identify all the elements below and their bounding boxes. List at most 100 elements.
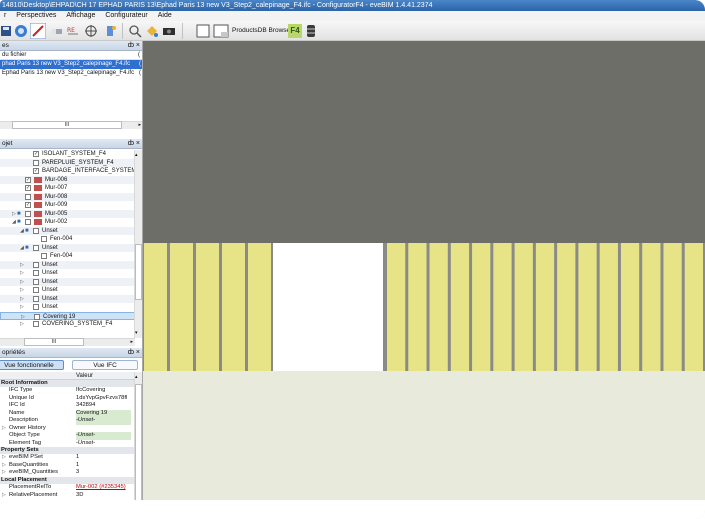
files-hscrollbar[interactable]: III ▸ (0, 121, 142, 129)
visibility-checkbox[interactable]: ✓ (25, 176, 31, 183)
property-row[interactable]: Object Type -Unset- (0, 432, 135, 440)
grid-tool-icon[interactable]: RE (66, 24, 80, 38)
tree-item[interactable]: ▷ Unset (0, 303, 135, 312)
target-icon[interactable] (84, 24, 98, 38)
project-hscrollbar[interactable]: III ▸ (0, 338, 135, 346)
tree-item[interactable]: ◢ ■ Unset (0, 226, 135, 236)
tree-item[interactable]: ▷ Unset (0, 294, 135, 304)
property-row[interactable]: ▷ Owner History (0, 425, 135, 432)
visibility-checkbox[interactable] (33, 295, 39, 302)
tree-item[interactable]: ✓ BARDAGE_INTERFACE_SYSTEM_F (0, 167, 135, 176)
property-link[interactable]: Mur-002 (#235345) (76, 484, 126, 491)
tree-item[interactable]: ▷ Unset (0, 277, 135, 287)
expand-arrow-icon[interactable]: ◢ (20, 227, 24, 236)
menu-affichage[interactable]: Affichage (66, 11, 95, 21)
visibility-checkbox[interactable] (33, 159, 39, 166)
file-row[interactable]: Ephad Paris 13 new V3_Step2_calepinage_F… (0, 69, 142, 78)
visibility-checkbox[interactable] (25, 219, 31, 225)
search-icon[interactable] (128, 24, 142, 38)
tree-item[interactable]: ▷ Unset (0, 269, 135, 278)
menu-configurateur[interactable]: Configurateur (105, 11, 147, 21)
tree-item[interactable]: ◢ ■ Unset (0, 243, 135, 253)
tree-item[interactable]: PAREPLUIE_SYSTEM_F4 (0, 158, 135, 167)
visibility-checkbox[interactable] (33, 227, 39, 234)
globe-icon[interactable] (14, 24, 28, 38)
visibility-checkbox[interactable] (33, 321, 39, 327)
visibility-checkbox[interactable] (41, 236, 47, 242)
vscroll-thumb[interactable] (135, 244, 142, 300)
property-row[interactable]: Name Covering 19 (0, 409, 135, 418)
visibility-checkbox[interactable] (34, 313, 40, 320)
tab-vue-fonctionnelle[interactable]: Vue fonctionnelle (0, 360, 64, 370)
wand-icon[interactable] (104, 24, 118, 38)
tree-item[interactable]: ✓ Mur-007 (0, 184, 135, 193)
tree-item[interactable]: ◢ ■ Mur-002 (0, 218, 135, 227)
menu-perspectives[interactable]: Perspectives (16, 11, 56, 21)
expand-arrow-icon[interactable]: ◢ (12, 218, 16, 227)
expand-arrow-icon[interactable]: ▷ (20, 286, 24, 295)
property-row[interactable]: ▷ BaseQuantities 1 (0, 462, 135, 469)
visibility-checkbox[interactable] (33, 244, 39, 251)
tree-item[interactable]: ✓ Mur-006 (0, 175, 135, 184)
tree-item[interactable]: ✓ ISOLANT_SYSTEM_F4 (0, 150, 135, 159)
hscroll-thumb[interactable]: III (24, 338, 84, 346)
scroll-right-arrow[interactable]: ▸ (130, 339, 133, 345)
panel-float-close-icon[interactable]: ȸ × (128, 41, 140, 51)
file-row-selected[interactable]: phad Paris 13 new V3_Step2_calepinage_F4… (0, 60, 142, 69)
expand-arrow-icon[interactable]: ▷ (20, 320, 24, 329)
expand-arrow-icon[interactable]: ▷ (20, 295, 24, 304)
expand-arrow-icon[interactable]: ▷ (2, 454, 6, 461)
view-single-icon[interactable] (196, 24, 210, 38)
tree-item[interactable]: ▷ COVERING_SYSTEM_F4 (0, 320, 135, 329)
eraser-icon[interactable] (50, 24, 64, 38)
vscroll-thumb[interactable] (135, 384, 142, 504)
expand-arrow-icon[interactable]: ◢ (20, 244, 24, 253)
hscroll-thumb[interactable]: III (12, 121, 122, 129)
visibility-checkbox[interactable] (33, 304, 39, 310)
scroll-up-arrow[interactable]: ▴ (135, 152, 138, 158)
3d-viewport[interactable] (143, 41, 705, 519)
visibility-checkbox[interactable]: ✓ (25, 185, 31, 191)
property-row[interactable]: ▷ RelativePlacement 3D (0, 492, 135, 499)
save-icon[interactable] (0, 24, 14, 38)
expand-arrow-icon[interactable]: ▷ (20, 261, 24, 270)
property-row[interactable]: Element Tag -Unset- (0, 440, 135, 447)
database-icon[interactable] (306, 24, 316, 38)
visibility-checkbox[interactable] (41, 253, 47, 259)
property-section[interactable]: Property Sets (0, 446, 135, 455)
tree-item[interactable]: Mur-008 (0, 192, 135, 201)
visibility-checkbox[interactable] (33, 287, 39, 293)
files-column-header[interactable]: du fichier ( (0, 51, 142, 60)
visibility-checkbox[interactable]: ✓ (33, 168, 39, 174)
tab-vue-ifc[interactable]: Vue IFC (72, 360, 138, 370)
property-row[interactable]: PlacementRelTo Mur-002 (#235345) (0, 484, 135, 491)
tree-item[interactable]: Fen-004 (0, 252, 135, 261)
tree-item[interactable]: ▷ Covering 19 (0, 311, 135, 320)
visibility-checkbox[interactable] (33, 261, 39, 268)
property-section[interactable]: Local Placement (0, 476, 135, 485)
scroll-right-arrow[interactable]: ▸ (138, 122, 141, 128)
expand-arrow-icon[interactable]: ▷ (2, 462, 6, 469)
pen-tool-icon[interactable] (30, 23, 46, 39)
visibility-checkbox[interactable] (33, 278, 39, 285)
visibility-checkbox[interactable] (25, 193, 31, 200)
products-db-browser-button[interactable]: ProductsDB Browser (232, 27, 292, 34)
property-section[interactable]: Root Information (0, 380, 135, 388)
expand-arrow-icon[interactable]: ▷ (20, 278, 24, 287)
tree-item[interactable]: ✓ Mur-009 (0, 201, 135, 210)
panel-float-close-icon[interactable]: ȸ × (128, 139, 140, 149)
expand-arrow-icon[interactable]: ▷ (2, 425, 6, 432)
property-row[interactable]: IFC Id 342894 (0, 402, 135, 409)
visibility-checkbox[interactable]: ✓ (25, 202, 31, 208)
expand-arrow-icon[interactable]: ▷ (20, 269, 24, 278)
expand-arrow-icon[interactable]: ▷ (12, 210, 16, 219)
tree-item[interactable]: ▷ Unset (0, 286, 135, 295)
properties-vscrollbar[interactable]: ▴ (134, 372, 142, 519)
property-row[interactable]: Description -Unset- (0, 417, 135, 425)
expand-arrow-icon[interactable]: ▷ (20, 303, 24, 312)
camera-icon[interactable] (162, 24, 176, 38)
tree-item[interactable]: ▷ Unset (0, 260, 135, 270)
expand-arrow-icon[interactable]: ▷ (2, 469, 6, 476)
visibility-checkbox[interactable] (33, 270, 39, 276)
project-vscrollbar[interactable]: ▴ ▾ (134, 150, 142, 338)
